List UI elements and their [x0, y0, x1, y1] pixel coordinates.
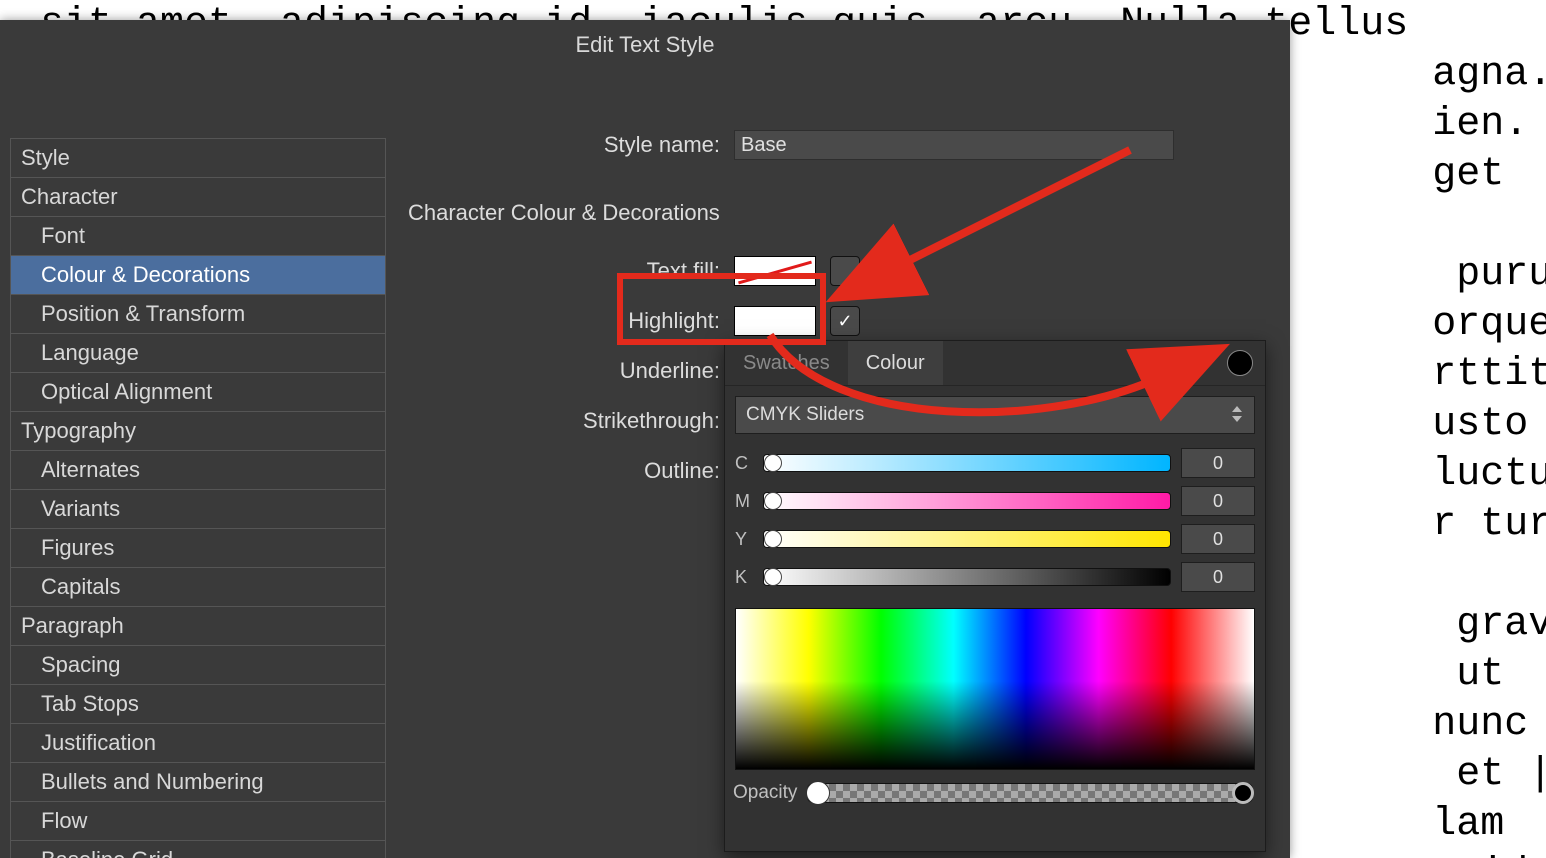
- highlight-checkbox[interactable]: ✓: [830, 306, 860, 336]
- sidebar-item-character[interactable]: Character: [11, 178, 385, 217]
- colour-popover: Swatches Colour CMYK Sliders C 0 M 0: [724, 340, 1266, 852]
- y-slider[interactable]: [763, 530, 1171, 548]
- sidebar-item-flow[interactable]: Flow: [11, 802, 385, 841]
- tab-colour[interactable]: Colour: [848, 341, 943, 385]
- underline-label: Underline:: [400, 358, 720, 384]
- dialog-title: Edit Text Style: [0, 20, 1290, 88]
- sidebar-item-language[interactable]: Language: [11, 334, 385, 373]
- current-colour-icon[interactable]: [1227, 350, 1253, 376]
- highlight-label: Highlight:: [400, 308, 720, 334]
- opacity-slider[interactable]: [807, 783, 1253, 803]
- eyedropper-icon[interactable]: [1193, 351, 1217, 375]
- text-fill-label: Text fill:: [400, 258, 720, 284]
- sidebar-item-bullets-numbering[interactable]: Bullets and Numbering: [11, 763, 385, 802]
- sidebar-item-colour-decorations[interactable]: Colour & Decorations: [11, 256, 385, 295]
- text-fill-checkbox[interactable]: [830, 256, 860, 286]
- section-title: Character Colour & Decorations: [408, 200, 1260, 226]
- colour-spectrum[interactable]: [735, 608, 1255, 770]
- sidebar-item-variants[interactable]: Variants: [11, 490, 385, 529]
- sidebar-item-spacing[interactable]: Spacing: [11, 646, 385, 685]
- text-fill-swatch[interactable]: [734, 256, 816, 286]
- sidebar-item-paragraph[interactable]: Paragraph: [11, 607, 385, 646]
- style-name-label: Style name:: [400, 132, 720, 158]
- k-label: K: [735, 567, 753, 588]
- opacity-label: Opacity: [733, 782, 797, 804]
- outline-label: Outline:: [400, 458, 720, 484]
- sidebar-item-font[interactable]: Font: [11, 217, 385, 256]
- cmyk-sliders: C 0 M 0 Y 0 K 0: [725, 440, 1265, 596]
- popover-tabs: Swatches Colour: [725, 341, 1265, 386]
- y-label: Y: [735, 529, 753, 550]
- category-sidebar: Style Character Font Colour & Decoration…: [10, 138, 386, 858]
- sidebar-item-justification[interactable]: Justification: [11, 724, 385, 763]
- k-slider[interactable]: [763, 568, 1171, 586]
- opacity-thumb-left[interactable]: [806, 781, 830, 805]
- m-label: M: [735, 491, 753, 512]
- tab-swatches[interactable]: Swatches: [725, 341, 848, 385]
- sidebar-item-alternates[interactable]: Alternates: [11, 451, 385, 490]
- highlight-swatch[interactable]: [734, 306, 816, 336]
- sidebar-item-figures[interactable]: Figures: [11, 529, 385, 568]
- sidebar-item-position-transform[interactable]: Position & Transform: [11, 295, 385, 334]
- strikethrough-label: Strikethrough:: [400, 408, 720, 434]
- colour-mode-select[interactable]: CMYK Sliders: [735, 396, 1255, 434]
- c-value[interactable]: 0: [1181, 448, 1255, 478]
- sidebar-item-capitals[interactable]: Capitals: [11, 568, 385, 607]
- c-label: C: [735, 453, 753, 474]
- style-name-input[interactable]: [734, 130, 1174, 160]
- y-value[interactable]: 0: [1181, 524, 1255, 554]
- m-slider[interactable]: [763, 492, 1171, 510]
- sidebar-item-style[interactable]: Style: [11, 139, 385, 178]
- c-slider[interactable]: [763, 454, 1171, 472]
- k-value[interactable]: 0: [1181, 562, 1255, 592]
- opacity-thumb-right[interactable]: [1232, 782, 1254, 804]
- sidebar-item-typography[interactable]: Typography: [11, 412, 385, 451]
- edit-text-style-dialog: Edit Text Style Style Character Font Col…: [0, 20, 1290, 858]
- no-colour-icon[interactable]: [1157, 350, 1183, 376]
- sidebar-item-optical-alignment[interactable]: Optical Alignment: [11, 373, 385, 412]
- m-value[interactable]: 0: [1181, 486, 1255, 516]
- sidebar-item-tab-stops[interactable]: Tab Stops: [11, 685, 385, 724]
- sidebar-item-baseline-grid[interactable]: Baseline Grid: [11, 841, 385, 858]
